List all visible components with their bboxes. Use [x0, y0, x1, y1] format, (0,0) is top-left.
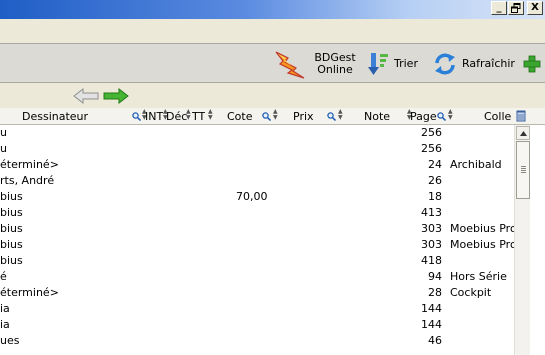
filter-magnifier-icon[interactable] — [437, 112, 446, 121]
column-header-collection[interactable]: Colle — [484, 108, 511, 125]
sort-arrows-icon[interactable]: ▲ ▼ — [448, 109, 454, 121]
cell-page: 256 — [421, 126, 442, 139]
column-header-cote[interactable]: Cote — [227, 108, 253, 125]
scroll-up-button[interactable] — [516, 126, 530, 140]
table-row[interactable]: éterminé> 28 Cockpit — [0, 285, 514, 301]
scrollbar-grip — [521, 172, 526, 173]
close-button[interactable]: X — [527, 1, 543, 15]
navigation-row — [0, 84, 545, 108]
refresh-icon — [435, 53, 455, 75]
column-header-note[interactable]: Note — [364, 108, 390, 125]
vertical-scrollbar[interactable] — [514, 125, 530, 355]
column-header-dec[interactable]: Déc — [166, 108, 187, 125]
restore-icon — [511, 3, 521, 13]
sort-button[interactable]: Trier — [368, 47, 418, 81]
restore-button[interactable] — [508, 1, 524, 15]
table-row[interactable]: u 256 — [0, 141, 514, 157]
scrollbar-grip — [521, 170, 526, 171]
cell-page: 413 — [421, 206, 442, 219]
column-header-int[interactable]: INT — [145, 108, 163, 125]
cell-collection: Hors Série — [450, 270, 507, 283]
table-row[interactable]: é 94 Hors Série — [0, 269, 514, 285]
table-row[interactable]: u 256 — [0, 125, 514, 141]
album-grid: Dessinateur ▲ ▼ INT ▲ ▼ Déc ▲ ▼ TT ▲ ▼ Cote … — [0, 108, 545, 355]
sort-icon — [368, 53, 388, 75]
cell-collection: Cockpit — [450, 286, 492, 299]
cell-page: 256 — [421, 142, 442, 155]
sort-arrows-icon[interactable]: ▲ ▼ — [273, 109, 279, 121]
cell-page: 303 — [421, 222, 442, 235]
table-row[interactable]: bius 303 Moebius Pro — [0, 221, 514, 237]
sort-label: Trier — [394, 57, 418, 70]
bdgest-lightning-icon — [275, 51, 305, 79]
cell-collection: Archibald — [450, 158, 502, 171]
back-arrow-icon[interactable] — [73, 88, 99, 104]
minimize-button[interactable]: _ — [491, 1, 507, 15]
cell-page: 418 — [421, 254, 442, 267]
filter-magnifier-icon[interactable] — [132, 112, 141, 121]
bdgest-online-label: BDGest Online — [314, 51, 356, 76]
add-plus-icon — [523, 55, 541, 73]
grid-header: Dessinateur ▲ ▼ INT ▲ ▼ Déc ▲ ▼ TT ▲ ▼ Cote … — [0, 108, 545, 125]
cell-page: 303 — [421, 238, 442, 251]
grid-rows: u 256 u 256 éterminé> 24 Archibald rts, Andr… — [0, 125, 514, 355]
cell-page: 26 — [428, 174, 442, 187]
table-row[interactable]: bius 70,00 18 — [0, 189, 514, 205]
column-header-prix[interactable]: Prix — [293, 108, 314, 125]
forward-arrow-icon[interactable] — [103, 88, 129, 104]
table-row[interactable]: rts, André 26 — [0, 173, 514, 189]
filter-magnifier-icon[interactable] — [327, 112, 336, 121]
table-row[interactable]: bius 303 Moebius Pro — [0, 237, 514, 253]
filter-magnifier-icon[interactable] — [262, 112, 271, 121]
scrollbar-thumb[interactable] — [516, 141, 530, 199]
cell-collection: Moebius Pro — [450, 238, 514, 251]
scrollbar-grip — [521, 166, 526, 167]
cell-page: 46 — [428, 334, 442, 347]
cell-page: 144 — [421, 318, 442, 331]
column-header-page[interactable]: Page — [410, 108, 437, 125]
column-header-dessinateur[interactable]: Dessinateur — [22, 108, 88, 125]
column-header-tt[interactable]: TT — [192, 108, 205, 125]
scrollbar-grip — [521, 168, 526, 169]
table-row[interactable]: ia 144 — [0, 301, 514, 317]
title-bar: _ X — [0, 0, 545, 19]
sort-arrows-icon[interactable]: ▲ ▼ — [208, 109, 214, 121]
table-row[interactable]: éterminé> 24 Archibald — [0, 157, 514, 173]
cell-collection: Moebius Pro — [450, 222, 514, 235]
table-row[interactable]: bius 413 — [0, 205, 514, 221]
column-chooser-icon[interactable] — [516, 110, 526, 122]
toolbar: BDGest Online Trier Rafraîchir — [0, 43, 545, 83]
scroll-up-arrow-icon — [519, 130, 527, 136]
cell-page: 24 — [428, 158, 442, 171]
cell-page: 28 — [428, 286, 442, 299]
cell-page: 94 — [428, 270, 442, 283]
sort-arrows-icon[interactable]: ▲ ▼ — [338, 109, 344, 121]
bdgest-online-button[interactable]: BDGest Online — [274, 47, 358, 81]
grid-right-margin — [530, 125, 545, 355]
window-controls: _ X — [491, 1, 543, 15]
table-row[interactable]: ia 144 — [0, 317, 514, 333]
table-row[interactable]: bius 418 — [0, 253, 514, 269]
cell-page: 144 — [421, 302, 442, 315]
refresh-button[interactable]: Rafraîchir — [433, 47, 515, 81]
refresh-label: Rafraîchir — [462, 57, 515, 70]
cell-page: 18 — [428, 190, 442, 203]
table-row[interactable]: ues 46 — [0, 333, 514, 349]
add-button[interactable] — [523, 47, 541, 81]
